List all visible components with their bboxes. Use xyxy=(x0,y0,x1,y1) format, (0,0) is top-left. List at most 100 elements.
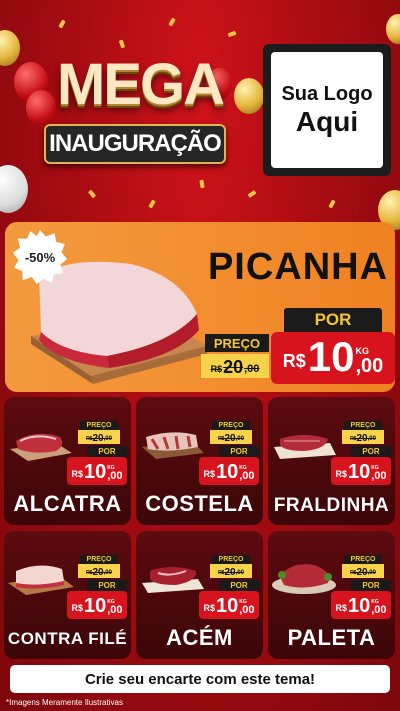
product-name: FRALDINHA xyxy=(273,495,390,516)
old-price: R$ 20 ,00 xyxy=(201,354,269,378)
new-price-int: 10 xyxy=(215,595,239,617)
confetti-icon xyxy=(87,189,97,199)
balloon-icon xyxy=(0,30,20,66)
preco-label: PREÇO xyxy=(212,555,250,564)
old-price-cents: ,00 xyxy=(367,436,376,442)
disclaimer-text: *Imagens Meramente Ilustrativas xyxy=(6,698,123,707)
old-price-int: 20 xyxy=(92,567,104,578)
balloon-icon xyxy=(386,14,400,44)
balloon-icon xyxy=(0,165,28,213)
meat-icon xyxy=(272,564,336,594)
product-name: ACÉM xyxy=(166,625,233,650)
new-price-cents: ,00 xyxy=(371,470,387,482)
confetti-icon xyxy=(118,39,126,49)
preco-label: PREÇO xyxy=(212,421,250,430)
old-price-currency: R$ xyxy=(210,364,223,374)
featured-product-card[interactable]: -50% PICANHA PREÇO R$ 20 ,00 POR R$ 10 K… xyxy=(5,222,395,392)
headline-mega: MEGA xyxy=(57,52,225,117)
new-price-int: 10 xyxy=(83,595,107,617)
new-price-cents: ,00 xyxy=(239,604,255,616)
old-price-cents: ,00 xyxy=(235,436,244,442)
product-card-costela[interactable]: PREÇO R$ 20,00 POR R$ 10 KG ,00 COSTELA xyxy=(136,397,263,525)
product-name: COSTELA xyxy=(145,491,254,516)
preco-label: PREÇO xyxy=(205,334,269,352)
confetti-icon xyxy=(199,179,205,189)
new-price-currency: R$ xyxy=(203,469,215,479)
por-label: POR xyxy=(87,446,127,457)
create-flyer-button[interactable]: Crie seu encarte com este tema! xyxy=(10,665,390,693)
old-price: R$ 20,00 xyxy=(210,564,252,578)
new-price: R$ 10 KG ,00 xyxy=(331,457,391,485)
meat-icon xyxy=(8,565,74,595)
headline-inauguracao: INAUGURAÇÃO xyxy=(44,124,226,164)
old-price: R$ 20,00 xyxy=(342,564,384,578)
new-price-int: 10 xyxy=(347,595,371,617)
por-label: POR xyxy=(351,580,391,591)
por-label: POR xyxy=(284,308,382,332)
old-price-cents: ,00 xyxy=(103,570,112,576)
meat-icon xyxy=(274,435,336,459)
new-price: R$ 10 KG ,00 xyxy=(199,591,259,619)
new-price-cents: ,00 xyxy=(107,470,123,482)
logo-placeholder[interactable]: Sua Logo Aqui xyxy=(263,44,391,176)
new-price: R$ 10 KG ,00 xyxy=(67,457,127,485)
old-price-cents: ,00 xyxy=(367,570,376,576)
logo-text-line2: Aqui xyxy=(295,105,359,137)
product-name: PALETA xyxy=(287,625,376,650)
product-card-alcatra[interactable]: PREÇO R$ 20,00 POR R$ 10 KG ,00 ALCATRA xyxy=(4,397,131,525)
old-price-int: 20 xyxy=(356,567,368,578)
new-price-currency: R$ xyxy=(71,603,83,613)
preco-label: PREÇO xyxy=(344,555,382,564)
new-price-int: 10 xyxy=(307,333,355,380)
confetti-icon xyxy=(328,199,336,209)
new-price: R$ 10 KG ,00 xyxy=(67,591,127,619)
new-price-int: 10 xyxy=(347,461,371,483)
product-card-contra-file[interactable]: PREÇO R$ 20,00 POR R$ 10 KG ,00 CONTRA FILÉ xyxy=(4,531,131,659)
new-price-cents: ,00 xyxy=(107,604,123,616)
old-price-int: 20 xyxy=(356,433,368,444)
confetti-icon xyxy=(148,199,156,209)
new-price: R$ 10 KG ,00 xyxy=(271,332,395,384)
old-price-int: 20 xyxy=(224,433,236,444)
por-label: POR xyxy=(219,580,259,591)
product-name: ALCATRA xyxy=(13,491,122,516)
meat-icon xyxy=(142,432,204,459)
por-label: POR xyxy=(87,580,127,591)
old-price-int: 20 xyxy=(223,357,244,377)
new-price-cents: ,00 xyxy=(239,470,255,482)
por-label: POR xyxy=(351,446,391,457)
confetti-icon xyxy=(247,190,257,198)
new-price: R$ 10 KG ,00 xyxy=(331,591,391,619)
meat-icon xyxy=(10,433,72,461)
product-card-acem[interactable]: PREÇO R$ 20,00 POR R$ 10 KG ,00 ACÉM xyxy=(136,531,263,659)
confetti-icon xyxy=(227,30,237,38)
new-price-currency: R$ xyxy=(282,351,306,371)
old-price: R$ 20,00 xyxy=(78,564,120,578)
old-price-cents: ,00 xyxy=(244,363,260,375)
new-price-cents: ,00 xyxy=(371,604,387,616)
old-price-int: 20 xyxy=(224,567,236,578)
preco-label: PREÇO xyxy=(80,555,118,564)
product-name: CONTRA FILÉ xyxy=(7,629,128,648)
new-price-cents: ,00 xyxy=(355,355,384,377)
old-price: R$ 20,00 xyxy=(342,430,384,444)
confetti-icon xyxy=(168,17,176,27)
logo-text-line1: Sua Logo xyxy=(281,82,373,105)
product-card-paleta[interactable]: PREÇO R$ 20,00 POR R$ 10 KG ,00 PALETA xyxy=(268,531,395,659)
new-price-currency: R$ xyxy=(71,469,83,479)
new-price-currency: R$ xyxy=(335,469,347,479)
new-price-int: 10 xyxy=(83,461,107,483)
meat-icon xyxy=(142,567,204,593)
old-price-int: 20 xyxy=(92,433,104,444)
preco-label: PREÇO xyxy=(80,421,118,430)
logo-area: Sua Logo Aqui xyxy=(271,52,383,168)
old-price-cents: ,00 xyxy=(103,436,112,442)
confetti-icon xyxy=(58,19,66,29)
new-price: R$ 10 KG ,00 xyxy=(199,457,259,485)
product-card-fraldinha[interactable]: PREÇO R$ 20,00 POR R$ 10 KG ,00 FRALDINHA xyxy=(268,397,395,525)
old-price: R$ 20,00 xyxy=(78,430,120,444)
featured-product-name: PICANHA xyxy=(207,246,389,288)
por-label: POR xyxy=(219,446,259,457)
new-price-currency: R$ xyxy=(203,603,215,613)
new-price-int: 10 xyxy=(215,461,239,483)
